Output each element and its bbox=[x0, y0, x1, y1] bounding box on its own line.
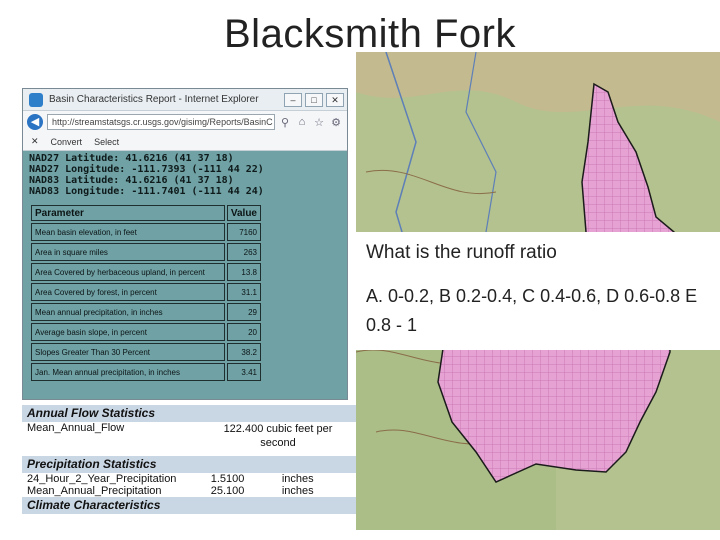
home-icon[interactable]: ⌂ bbox=[295, 116, 309, 128]
coordinate-line: NAD27 Longitude: -111.7393 (-111 44 22) bbox=[29, 164, 264, 175]
table-header-row: Parameter Value bbox=[31, 205, 261, 221]
param-value: 20 bbox=[226, 323, 261, 341]
table-row: Mean basin elevation, in feet 7160 bbox=[31, 223, 261, 241]
column-header: Parameter bbox=[31, 205, 225, 221]
param-value: 38.2 bbox=[226, 343, 261, 361]
browser-title: Basin Characteristics Report - Internet … bbox=[49, 94, 259, 105]
stat-name: Mean_Annual_Flow bbox=[27, 422, 125, 434]
browser-titlebar: Basin Characteristics Report - Internet … bbox=[23, 89, 347, 111]
table-row: Average basin slope, in percent 20 bbox=[31, 323, 261, 341]
param-value: 13.8 bbox=[226, 263, 261, 281]
param-name: Average basin slope, in percent bbox=[31, 323, 225, 341]
table-row: Slopes Greater Than 30 Percent 38.2 bbox=[31, 343, 261, 361]
param-value: 7160 bbox=[226, 223, 261, 241]
param-value: 31.1 bbox=[226, 283, 261, 301]
climate-header: Climate Characteristics bbox=[22, 497, 356, 514]
toolbar-close-x[interactable]: ✕ bbox=[31, 136, 39, 147]
param-name: Slopes Greater Than 30 Percent bbox=[31, 343, 225, 361]
stat-unit: inches bbox=[281, 485, 314, 497]
favorites-star-icon[interactable]: ☆ bbox=[312, 116, 326, 129]
coordinate-line: NAD27 Latitude: 41.6216 (41 37 18) bbox=[29, 153, 234, 164]
select-button[interactable]: Select bbox=[94, 137, 119, 147]
parameter-table: Parameter Value Mean basin elevation, in… bbox=[29, 203, 263, 383]
maximize-icon[interactable]: □ bbox=[305, 92, 323, 107]
stat-row: 24_Hour_2_Year_Precipitation 1.5100 inch… bbox=[22, 473, 356, 485]
table-row: Area Covered by forest, in percent 31.1 bbox=[31, 283, 261, 301]
param-value: 3.41 bbox=[226, 363, 261, 381]
coordinate-line: NAD83 Latitude: 41.6216 (41 37 18) bbox=[29, 175, 234, 186]
column-header: Value bbox=[226, 205, 261, 221]
question-box: What is the runoff ratio A. 0-0.2, B 0.2… bbox=[354, 232, 720, 350]
settings-gear-icon[interactable]: ⚙ bbox=[329, 116, 343, 129]
report-content: NAD27 Latitude: 41.6216 (41 37 18) NAD27… bbox=[23, 151, 347, 385]
ie-logo-icon bbox=[29, 92, 43, 107]
param-name: Mean annual precipitation, in inches bbox=[31, 303, 225, 321]
close-icon[interactable]: ✕ bbox=[326, 92, 344, 107]
param-name: Jan. Mean annual precipitation, in inche… bbox=[31, 363, 225, 381]
command-toolbar: ✕ Convert Select bbox=[23, 133, 347, 151]
param-value: 263 bbox=[226, 243, 261, 261]
minimize-icon[interactable]: – bbox=[284, 92, 302, 107]
stat-value: 122.400 cubic feet per second bbox=[223, 423, 333, 449]
url-field[interactable]: http://streamstatsgs.cr.usgs.gov/gisimg/… bbox=[47, 114, 275, 130]
question-text: What is the runoff ratio bbox=[366, 242, 557, 263]
stat-name: Mean_Annual_Precipitation bbox=[27, 485, 162, 497]
param-name: Mean basin elevation, in feet bbox=[31, 223, 225, 241]
stat-row: Mean_Annual_Flow 122.400 cubic feet per … bbox=[22, 422, 356, 450]
answer-options: A. 0-0.2, B 0.2-0.4, C 0.4-0.6, D 0.6-0.… bbox=[366, 286, 698, 335]
stat-value: 1.5100 bbox=[210, 473, 245, 485]
stat-name: 24_Hour_2_Year_Precipitation bbox=[27, 473, 177, 485]
address-bar: ◀ http://streamstatsgs.cr.usgs.gov/gisim… bbox=[23, 111, 347, 133]
slide-title: Blacksmith Fork bbox=[224, 12, 516, 56]
precipitation-header: Precipitation Statistics bbox=[22, 456, 356, 473]
param-name: Area Covered by forest, in percent bbox=[31, 283, 225, 301]
stat-value: 25.100 bbox=[210, 485, 245, 497]
param-name: Area in square miles bbox=[31, 243, 225, 261]
search-icon[interactable]: ⚲ bbox=[278, 116, 292, 129]
table-row: Jan. Mean annual precipitation, in inche… bbox=[31, 363, 261, 381]
annual-flow-header: Annual Flow Statistics bbox=[22, 405, 356, 422]
convert-button[interactable]: Convert bbox=[51, 137, 83, 147]
stat-unit: inches bbox=[281, 473, 314, 485]
table-row: Area Covered by herbaceous upland, in pe… bbox=[31, 263, 261, 281]
flow-statistics-panel: Annual Flow Statistics Mean_Annual_Flow … bbox=[22, 405, 356, 530]
param-value: 29 bbox=[226, 303, 261, 321]
stat-row: Mean_Annual_Precipitation 25.100 inches bbox=[22, 485, 356, 497]
browser-window: Basin Characteristics Report - Internet … bbox=[22, 88, 348, 400]
table-row: Area in square miles 263 bbox=[31, 243, 261, 261]
coordinate-line: NAD83 Longitude: -111.7401 (-111 44 24) bbox=[29, 186, 264, 197]
param-name: Area Covered by herbaceous upland, in pe… bbox=[31, 263, 225, 281]
table-row: Mean annual precipitation, in inches 29 bbox=[31, 303, 261, 321]
back-arrow-icon[interactable]: ◀ bbox=[27, 114, 43, 130]
